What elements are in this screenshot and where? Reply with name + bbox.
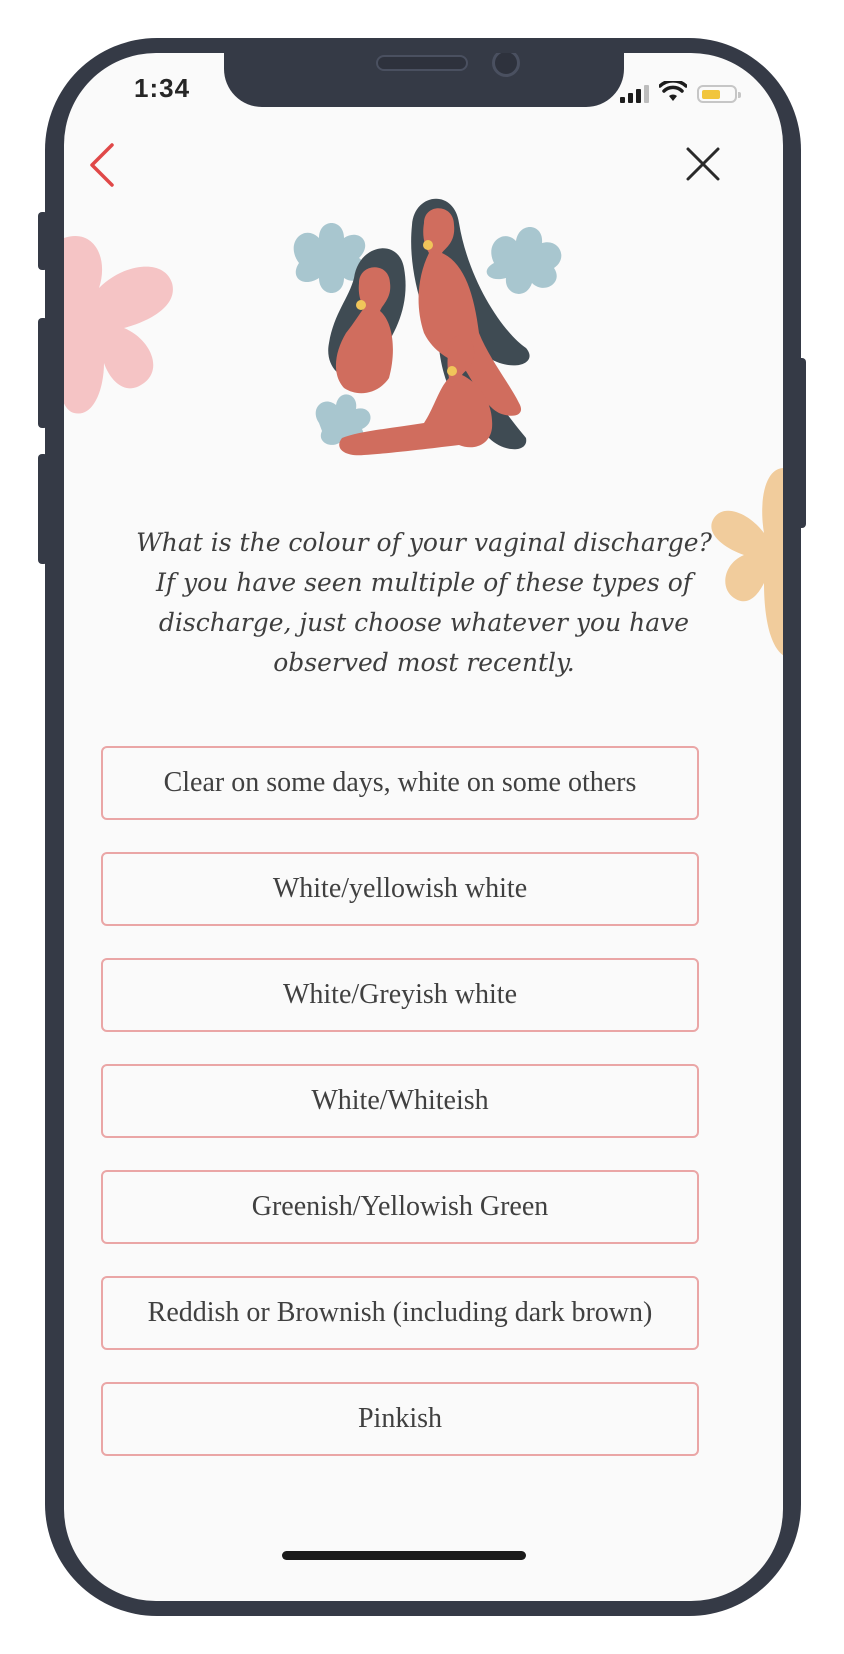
option-white-yellowish[interactable]: White/yellowish white [101, 852, 699, 926]
notch [224, 53, 624, 107]
close-icon[interactable] [684, 145, 722, 183]
option-greenish[interactable]: Greenish/Yellowish Green [101, 1170, 699, 1244]
pink-blob-decoration [64, 236, 173, 414]
option-clear-white[interactable]: Clear on some days, white on some others [101, 746, 699, 820]
speaker-grille [376, 55, 468, 71]
home-indicator[interactable] [282, 1551, 526, 1560]
wifi-icon [659, 81, 687, 101]
option-white-greyish[interactable]: White/Greyish white [101, 958, 699, 1032]
women-illustration [293, 198, 562, 456]
screen: 1:34 What is the colour of your vaginal … [64, 53, 783, 1601]
cellular-signal-icon [620, 83, 649, 103]
status-time: 1:34 [134, 73, 191, 103]
status-icons [620, 79, 741, 103]
front-camera [492, 53, 520, 77]
option-reddish-brownish[interactable]: Reddish or Brownish (including dark brow… [101, 1276, 699, 1350]
option-pinkish[interactable]: Pinkish [101, 1382, 699, 1456]
battery-icon [697, 85, 741, 103]
chevron-left-icon[interactable] [84, 139, 124, 191]
question-text: What is the colour of your vaginal disch… [136, 528, 712, 677]
answer-options: Clear on some days, white on some others… [101, 746, 699, 1488]
option-white-whiteish[interactable]: White/Whiteish [101, 1064, 699, 1138]
